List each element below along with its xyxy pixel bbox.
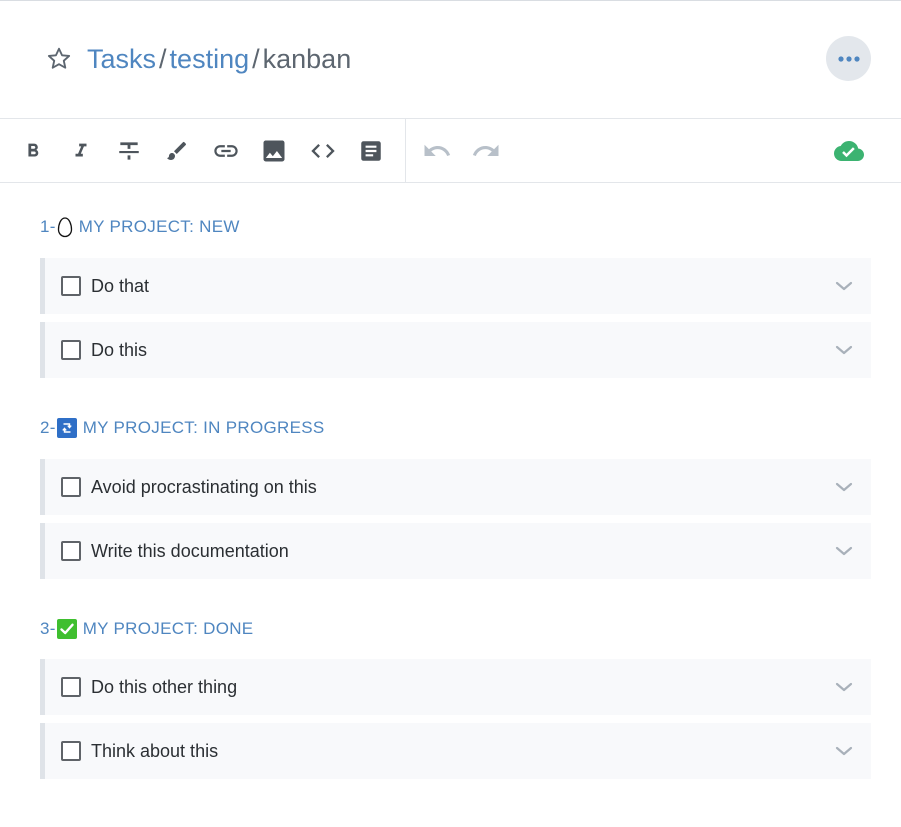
breadcrumb-testing[interactable]: testing — [170, 44, 250, 74]
page-header: Tasks / testing / kanban — [0, 1, 901, 118]
section-title: MY PROJECT: DONE — [82, 619, 254, 638]
italic-button[interactable] — [63, 131, 99, 171]
breadcrumb-separator: / — [252, 44, 260, 74]
expand-task-button[interactable] — [829, 536, 859, 566]
code-button[interactable] — [305, 131, 341, 171]
expand-task-button[interactable] — [829, 335, 859, 365]
breadcrumb-separator: / — [159, 44, 167, 74]
task-row: Do this — [40, 322, 871, 378]
section-heading-done: 3- MY PROJECT: DONE — [40, 617, 253, 641]
insert-link-button[interactable] — [208, 131, 244, 171]
repeat-icon — [56, 418, 77, 438]
task-label: Do that — [91, 275, 150, 296]
task-row: Write this documentation — [40, 523, 871, 579]
chevron-down-icon — [835, 546, 853, 556]
italic-icon — [75, 143, 87, 157]
strikethrough-button[interactable] — [111, 131, 147, 171]
link-icon — [214, 145, 238, 157]
task-row: Do that — [40, 258, 871, 314]
bold-icon — [28, 143, 39, 157]
task-row: Think about this — [40, 723, 871, 779]
section-title: MY PROJECT: NEW — [78, 217, 240, 236]
more-options-button[interactable] — [826, 36, 871, 81]
section-heading-new: 1- MY PROJECT: NEW — [40, 215, 240, 239]
cloud-check-icon — [834, 141, 864, 161]
chevron-down-icon — [835, 682, 853, 692]
task-label: Think about this — [91, 740, 219, 761]
undo-icon — [424, 144, 451, 156]
insert-image-button[interactable] — [256, 131, 292, 171]
section-heading-in-progress: 2- MY PROJECT: IN PROGRESS — [40, 416, 325, 440]
section-number: 3- — [40, 619, 56, 638]
code-icon — [311, 144, 335, 158]
task-checkbox[interactable] — [61, 276, 81, 296]
breadcrumb-current: kanban — [262, 44, 352, 74]
task-checkbox[interactable] — [61, 741, 81, 761]
task-checkbox[interactable] — [61, 541, 81, 561]
editor-toolbar — [0, 118, 901, 183]
redo-button[interactable] — [468, 131, 504, 171]
task-row: Avoid procrastinating on this — [40, 459, 871, 515]
chevron-down-icon — [835, 281, 853, 291]
section-number: 1- — [40, 217, 56, 236]
task-checkbox[interactable] — [61, 340, 81, 360]
bold-button[interactable] — [15, 131, 51, 171]
task-label: Do this — [91, 339, 148, 360]
task-checkbox[interactable] — [61, 477, 81, 497]
undo-button[interactable] — [419, 131, 455, 171]
task-label: Write this documentation — [91, 540, 289, 561]
task-row: Do this other thing — [40, 659, 871, 715]
egg-icon — [57, 216, 73, 238]
note-icon — [361, 141, 381, 161]
section-number: 2- — [40, 418, 56, 437]
expand-task-button[interactable] — [829, 271, 859, 301]
note-block-button[interactable] — [353, 131, 389, 171]
breadcrumb-tasks[interactable]: Tasks — [87, 44, 156, 74]
toolbar-divider — [405, 119, 406, 183]
brush-icon — [167, 141, 187, 160]
strikethrough-icon — [119, 142, 139, 160]
section-title: MY PROJECT: IN PROGRESS — [82, 418, 325, 437]
chevron-down-icon — [835, 345, 853, 355]
sync-status-indicator — [831, 131, 867, 171]
check-mark-button-icon — [56, 619, 77, 639]
expand-task-button[interactable] — [829, 736, 859, 766]
text-color-button[interactable] — [159, 131, 195, 171]
star-outline-icon — [47, 47, 71, 69]
more-horizontal-icon — [837, 55, 860, 62]
expand-task-button[interactable] — [829, 672, 859, 702]
task-label: Avoid procrastinating on this — [91, 476, 317, 497]
redo-icon — [472, 144, 499, 156]
task-label: Do this other thing — [91, 676, 238, 697]
chevron-down-icon — [835, 746, 853, 756]
favorite-button[interactable] — [45, 45, 73, 73]
task-checkbox[interactable] — [61, 677, 81, 697]
image-icon — [263, 140, 285, 162]
breadcrumb: Tasks / testing / kanban — [87, 42, 351, 76]
expand-task-button[interactable] — [829, 472, 859, 502]
chevron-down-icon — [835, 482, 853, 492]
